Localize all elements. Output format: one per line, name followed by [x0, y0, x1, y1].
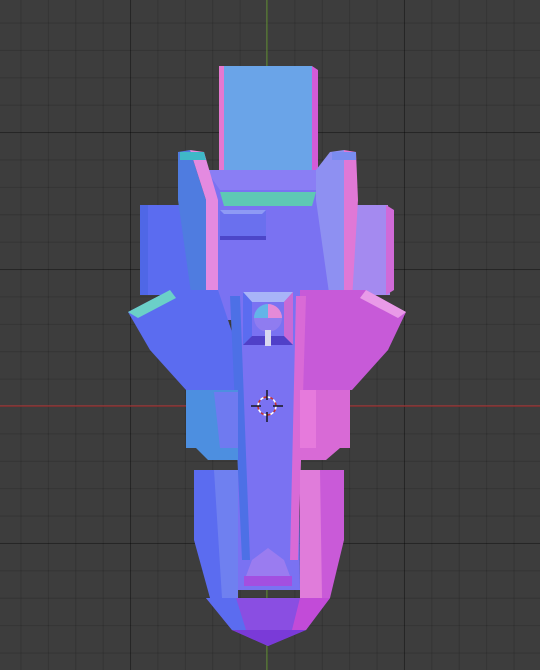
lower-right-light: [300, 390, 316, 448]
normal-shaded-model[interactable]: [128, 66, 406, 646]
tip-band: [244, 576, 292, 586]
right-frame-top: [332, 152, 356, 160]
left-pad-edge: [140, 205, 148, 295]
3d-viewport[interactable]: [0, 0, 540, 670]
vent-box-top: [220, 210, 266, 214]
upper-bevel: [206, 170, 330, 190]
vent-box: [220, 210, 266, 240]
right-pad-edge: [386, 205, 394, 295]
teal-ledge: [220, 192, 316, 206]
top-block-side-right: [312, 66, 318, 185]
vent-box-shadow: [220, 236, 266, 240]
tip-bottom: [232, 630, 306, 646]
knob-stem: [265, 330, 271, 346]
left-frame-top: [180, 152, 206, 160]
viewport-canvas[interactable]: [0, 0, 540, 670]
bottom-right-light: [300, 470, 322, 598]
top-block: [224, 66, 312, 175]
